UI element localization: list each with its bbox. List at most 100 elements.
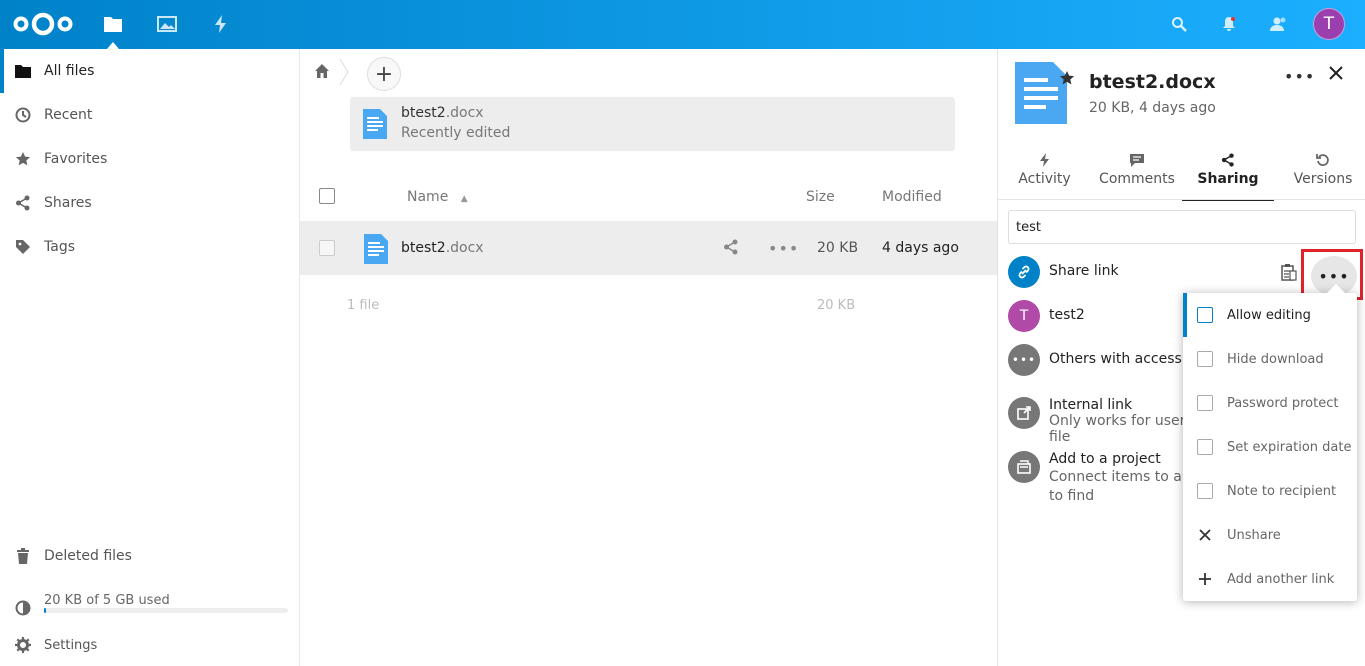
user-avatar[interactable]: T xyxy=(1313,8,1345,40)
plus-icon: + xyxy=(374,61,394,87)
new-file-button[interactable]: + xyxy=(367,57,401,91)
plus-icon xyxy=(1197,571,1213,587)
nav-item-label: Favorites xyxy=(44,151,108,167)
total-size-summary: 20 KB xyxy=(817,298,856,313)
tab-activity[interactable]: Activity xyxy=(1012,149,1077,201)
internal-link-desc: file xyxy=(1049,429,1071,445)
checkbox[interactable] xyxy=(1197,351,1213,367)
folder-icon xyxy=(14,62,32,80)
top-header: T xyxy=(0,0,1365,49)
sidebar-file-subtitle: 20 KB, 4 days ago xyxy=(1089,100,1216,116)
nav-item-label: Recent xyxy=(44,107,93,123)
trash-icon xyxy=(14,547,32,565)
nav-item-label: Settings xyxy=(44,637,98,653)
sort-up-icon: ▲ xyxy=(460,194,468,204)
user-avatar: T xyxy=(1008,300,1040,332)
share-icon xyxy=(1182,149,1274,171)
file-size: 20 KB xyxy=(817,240,859,256)
activity-icon[interactable] xyxy=(209,12,233,36)
nav-item-deleted-files[interactable]: Deleted files xyxy=(0,534,299,578)
share-link-label: Share link xyxy=(1049,263,1119,279)
pie-chart-icon xyxy=(14,599,32,617)
notifications-icon[interactable] xyxy=(1217,12,1241,36)
share-search-input[interactable] xyxy=(1008,210,1356,244)
app-navigation: All files Recent Favorites Shares Tags D… xyxy=(0,49,300,666)
add-to-project-label: Add to a project xyxy=(1049,451,1161,467)
nav-item-recent[interactable]: Recent xyxy=(0,93,299,137)
checkbox[interactable] xyxy=(1197,483,1213,499)
share-options-menu: Allow editing Hide download Password pro… xyxy=(1183,284,1357,601)
column-modified-header[interactable]: Modified xyxy=(882,189,942,205)
row-checkbox[interactable] xyxy=(319,240,335,256)
document-icon xyxy=(363,109,387,143)
clipboard-icon[interactable] xyxy=(1281,263,1299,281)
menu-item-add-another-link[interactable]: Add another link xyxy=(1183,557,1357,601)
quota-progress-bar xyxy=(44,608,288,613)
comment-icon xyxy=(1099,149,1175,171)
file-name[interactable]: btest2.docx xyxy=(401,240,484,256)
favorite-star-icon[interactable] xyxy=(1059,70,1075,86)
tab-sharing[interactable]: Sharing xyxy=(1182,149,1274,201)
home-icon[interactable] xyxy=(314,63,332,81)
sidebar-file-title: btest2.docx xyxy=(1089,71,1216,93)
recent-file-name: btest2.docx xyxy=(401,105,484,121)
nav-item-all-files[interactable]: All files xyxy=(0,49,299,93)
menu-item-note-to-recipient[interactable]: Note to recipient xyxy=(1183,469,1357,513)
share-link-entry[interactable]: Share link xyxy=(1008,256,1278,292)
others-with-access-label: Others with access xyxy=(1049,351,1182,367)
more-icon: ••• xyxy=(1008,344,1040,376)
share-user-entry[interactable]: T test2 xyxy=(1008,300,1178,336)
nav-item-label: Shares xyxy=(44,195,92,211)
table-row[interactable]: btest2.docx ••• 20 KB 4 days ago xyxy=(300,221,997,275)
nav-item-shares[interactable]: Shares xyxy=(0,181,299,225)
breadcrumb-separator xyxy=(338,57,350,87)
contacts-icon[interactable] xyxy=(1267,12,1291,36)
nav-item-favorites[interactable]: Favorites xyxy=(0,137,299,181)
recent-file-subtitle: Recently edited xyxy=(401,125,511,141)
search-icon[interactable] xyxy=(1167,12,1191,36)
files-main: + btest2.docx Recently edited Name ▲ Siz… xyxy=(300,49,997,666)
quota-text: 20 KB of 5 GB used xyxy=(44,593,170,608)
nav-item-label: All files xyxy=(44,63,95,79)
details-sidebar: btest2.docx 20 KB, 4 days ago ••• Activi… xyxy=(997,49,1365,666)
add-to-project-desc: to find xyxy=(1049,488,1095,504)
others-with-access-entry[interactable]: ••• Others with access xyxy=(1008,344,1182,380)
tab-comments[interactable]: Comments xyxy=(1099,149,1175,201)
tabs-divider xyxy=(998,199,1365,200)
recent-file-card[interactable]: btest2.docx Recently edited xyxy=(350,97,955,151)
checkbox[interactable] xyxy=(1197,439,1213,455)
select-all-checkbox[interactable] xyxy=(319,188,335,204)
external-link-icon xyxy=(1008,397,1040,429)
photos-icon[interactable] xyxy=(155,12,179,36)
share-user-label: test2 xyxy=(1049,307,1085,323)
menu-item-password-protect[interactable]: Password protect xyxy=(1183,381,1357,425)
menu-item-hide-download[interactable]: Hide download xyxy=(1183,337,1357,381)
close-icon[interactable] xyxy=(1329,66,1349,86)
more-actions-icon[interactable]: ••• xyxy=(768,239,798,258)
checkbox[interactable] xyxy=(1197,307,1213,323)
file-modified: 4 days ago xyxy=(882,240,959,256)
activity-icon xyxy=(1012,149,1077,171)
add-to-project-entry[interactable]: Add to a project Connect items to a pr t… xyxy=(1008,451,1201,504)
menu-item-set-expiration-date[interactable]: Set expiration date xyxy=(1183,425,1357,469)
more-actions-icon[interactable]: ••• xyxy=(1284,67,1314,87)
files-icon[interactable] xyxy=(101,12,125,49)
nav-item-settings[interactable]: Settings xyxy=(0,623,299,666)
tab-versions[interactable]: Versions xyxy=(1290,149,1356,201)
link-icon xyxy=(1008,256,1040,288)
checkbox[interactable] xyxy=(1197,395,1213,411)
nextcloud-logo-icon[interactable] xyxy=(12,10,74,38)
menu-item-allow-editing[interactable]: Allow editing xyxy=(1183,293,1357,337)
gear-icon xyxy=(14,636,32,654)
share-icon[interactable] xyxy=(723,239,741,257)
menu-item-unshare[interactable]: Unshare xyxy=(1183,513,1357,557)
history-icon xyxy=(1290,149,1356,171)
column-name-header[interactable]: Name ▲ xyxy=(407,189,468,205)
nav-item-tags[interactable]: Tags xyxy=(0,225,299,269)
nav-item-label: Deleted files xyxy=(44,548,132,564)
nav-item-label: Tags xyxy=(44,239,75,255)
internal-link-entry[interactable]: Internal link Only works for users w fil… xyxy=(1008,397,1209,445)
quota-info: 20 KB of 5 GB used xyxy=(0,579,299,623)
internal-link-label: Internal link xyxy=(1049,397,1133,413)
column-size-header[interactable]: Size xyxy=(806,189,835,205)
